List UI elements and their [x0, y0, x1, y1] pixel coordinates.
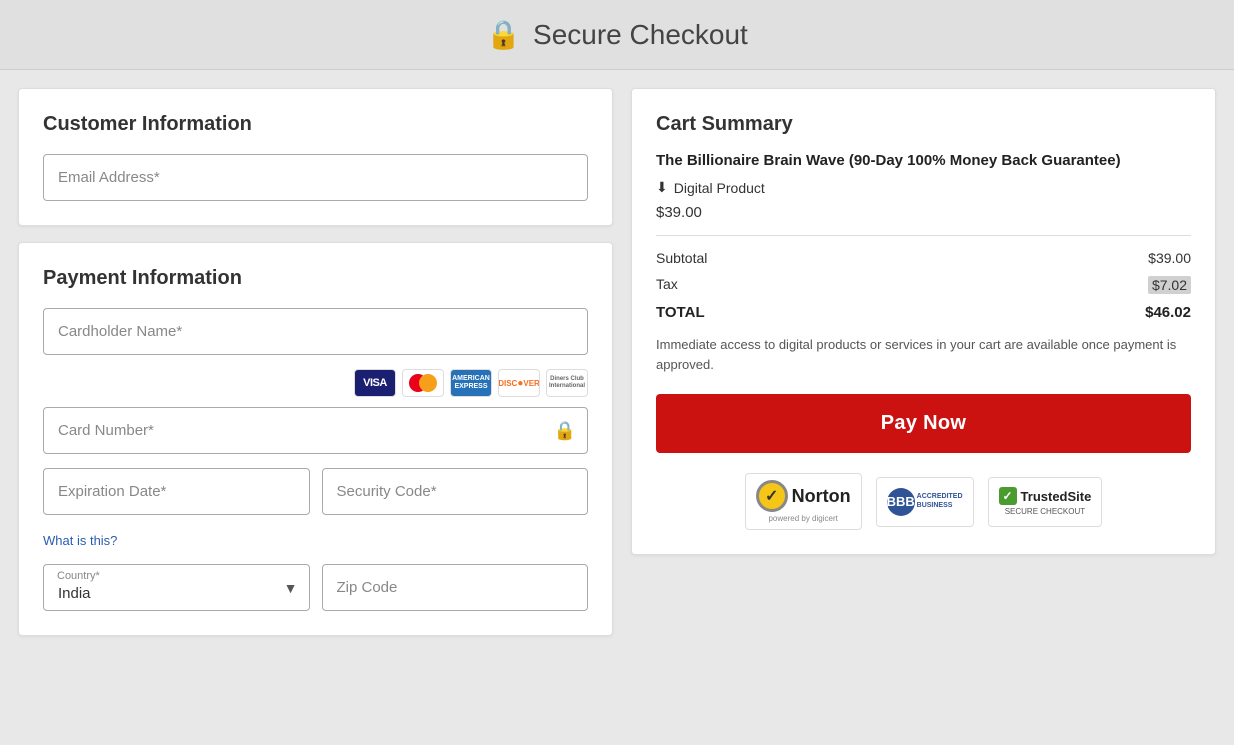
- trusted-site-badge: ✓ TrustedSite SECURE CHECKOUT: [988, 477, 1103, 527]
- trusted-main-row: ✓ TrustedSite: [999, 487, 1092, 505]
- pay-now-button[interactable]: Pay Now: [656, 394, 1191, 453]
- download-icon: ⬇: [656, 179, 668, 196]
- main-content: Customer Information Payment Information…: [0, 70, 1234, 745]
- bbb-main: BBB ACCREDITED BUSINESS: [887, 488, 963, 516]
- trusted-check-icon: ✓: [999, 487, 1017, 505]
- card-icons-row: VISA AMERICANEXPRESS DISC●VER Diners Clu…: [43, 369, 588, 397]
- tax-value: $7.02: [1148, 276, 1191, 294]
- total-label: TOTAL: [656, 304, 705, 321]
- country-label: Country*: [57, 570, 100, 582]
- bbb-seal-icon: BBB: [887, 488, 915, 516]
- card-number-group: 🔒: [43, 407, 588, 454]
- bbb-business: BUSINESS: [917, 502, 963, 510]
- right-column: Cart Summary The Billionaire Brain Wave …: [631, 88, 1216, 727]
- amex-icon: AMERICANEXPRESS: [450, 369, 492, 397]
- cart-divider: [656, 235, 1191, 236]
- access-note: Immediate access to digital products or …: [656, 335, 1191, 374]
- discover-icon: DISC●VER: [498, 369, 540, 397]
- security-code-group: [322, 468, 589, 515]
- cart-summary-card: Cart Summary The Billionaire Brain Wave …: [631, 88, 1216, 555]
- subtotal-row: Subtotal $39.00: [656, 250, 1191, 266]
- trusted-sub: SECURE CHECKOUT: [1005, 507, 1085, 516]
- tax-row: Tax $7.02: [656, 276, 1191, 294]
- payment-info-card: Payment Information VISA AMERICANEXPRESS…: [18, 242, 613, 636]
- subtotal-label: Subtotal: [656, 250, 707, 266]
- digital-product-label: Digital Product: [674, 180, 765, 196]
- expiration-group: [43, 468, 310, 515]
- checkout-header: 🔒 Secure Checkout: [0, 0, 1234, 70]
- mastercard-icon: [402, 369, 444, 397]
- bbb-inner: BBB ACCREDITED BUSINESS: [887, 488, 963, 516]
- expiration-input[interactable]: [43, 468, 310, 515]
- norton-badge: ✓ Norton powered by digicert: [745, 473, 862, 530]
- header-title: Secure Checkout: [533, 19, 748, 51]
- zip-input[interactable]: [322, 564, 589, 611]
- customer-section-title: Customer Information: [43, 113, 588, 136]
- diners-icon: Diners ClubInternational: [546, 369, 588, 397]
- visa-icon: VISA: [354, 369, 396, 397]
- trusted-site-text: TrustedSite: [1021, 489, 1092, 504]
- card-number-input[interactable]: [43, 407, 588, 454]
- tax-label: Tax: [656, 276, 678, 294]
- norton-digicert: powered by digicert: [768, 514, 837, 523]
- security-hint-link[interactable]: What is this?: [43, 533, 117, 548]
- country-zip-row: Country* India ▼: [43, 564, 588, 611]
- left-column: Customer Information Payment Information…: [18, 88, 613, 727]
- norton-logo: ✓ Norton: [756, 480, 851, 512]
- bbb-label: ACCREDITED BUSINESS: [917, 493, 963, 510]
- norton-checkmark-icon: ✓: [756, 480, 788, 512]
- cardholder-input[interactable]: [43, 308, 588, 355]
- subtotal-value: $39.00: [1148, 250, 1191, 266]
- total-row: TOTAL $46.02: [656, 304, 1191, 321]
- payment-section-title: Payment Information: [43, 267, 588, 290]
- lock-icon: 🔒: [486, 18, 521, 51]
- email-group: [43, 154, 588, 201]
- trust-badges: ✓ Norton powered by digicert BBB ACCREDI…: [656, 473, 1191, 530]
- bbb-accredited: ACCREDITED: [917, 493, 963, 501]
- cart-title: Cart Summary: [656, 113, 1191, 136]
- trusted-inner: ✓ TrustedSite SECURE CHECKOUT: [999, 487, 1092, 516]
- cardholder-group: [43, 308, 588, 355]
- total-value: $46.02: [1145, 304, 1191, 321]
- norton-inner: ✓ Norton powered by digicert: [756, 480, 851, 523]
- norton-text: Norton: [792, 486, 851, 507]
- bbb-badge: BBB ACCREDITED BUSINESS: [876, 477, 974, 527]
- product-name: The Billionaire Brain Wave (90-Day 100% …: [656, 150, 1191, 171]
- customer-info-card: Customer Information: [18, 88, 613, 226]
- exp-security-row: [43, 468, 588, 515]
- digital-product-badge: ⬇ Digital Product: [656, 179, 1191, 196]
- zip-group: [322, 564, 589, 611]
- country-group: Country* India ▼: [43, 564, 310, 611]
- security-code-input[interactable]: [322, 468, 589, 515]
- product-price: $39.00: [656, 204, 1191, 221]
- security-hint-wrapper: What is this?: [43, 529, 588, 550]
- email-input[interactable]: [43, 154, 588, 201]
